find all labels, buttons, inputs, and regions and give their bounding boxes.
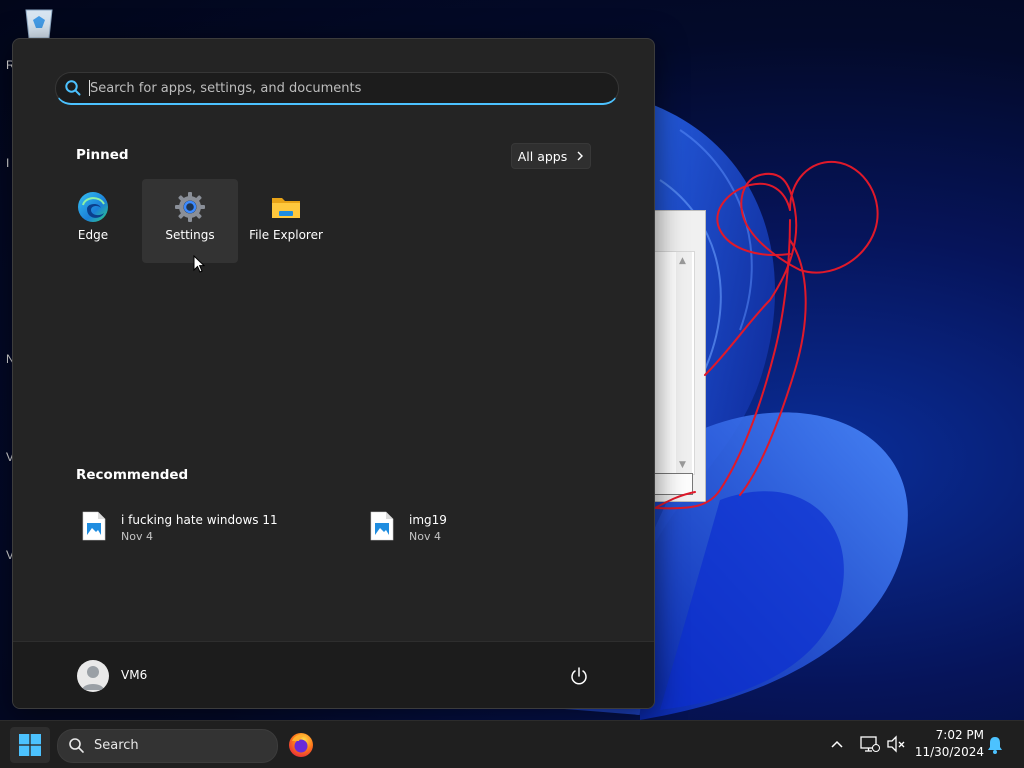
recycle-bin-icon[interactable] — [20, 6, 58, 40]
chevron-up-icon[interactable] — [829, 737, 845, 753]
start-search-input[interactable] — [90, 77, 600, 99]
gear-icon — [175, 192, 205, 222]
red-scribble-drawing — [654, 160, 879, 510]
search-icon — [65, 80, 81, 96]
taskbar-search-label: Search — [94, 738, 139, 753]
firefox-icon[interactable] — [288, 732, 314, 758]
pinned-app-file-explorer[interactable]: File Explorer — [238, 179, 334, 263]
pinned-app-edge[interactable]: Edge — [45, 179, 141, 263]
user-icon — [82, 666, 104, 690]
recommended-item[interactable]: i fucking hate windows 11 Nov 4 — [76, 509, 316, 545]
all-apps-button[interactable]: All apps — [511, 143, 591, 169]
start-search-box[interactable] — [55, 72, 619, 105]
search-icon — [69, 738, 84, 753]
user-name[interactable]: VM6 — [121, 668, 147, 682]
notification-bell-icon[interactable] — [986, 735, 1004, 755]
avatar[interactable] — [77, 660, 109, 692]
mouse-cursor-icon — [193, 255, 205, 273]
recommended-item-date: Nov 4 — [121, 530, 153, 543]
pinned-app-label: Edge — [77, 228, 109, 242]
recommended-item-date: Nov 4 — [409, 530, 441, 543]
desktop-icon-label[interactable]: I — [6, 156, 9, 170]
start-menu-footer: VM6 — [13, 641, 654, 708]
start-button[interactable] — [10, 727, 50, 763]
recommended-section-title: Recommended — [76, 467, 189, 483]
pinned-app-label: File Explorer — [249, 228, 323, 242]
recommended-item-name: i fucking hate windows 11 — [121, 513, 278, 527]
clock-time: 7:02 PM — [935, 728, 984, 742]
taskbar-search-box[interactable]: Search — [57, 729, 278, 763]
pinned-app-settings[interactable]: Settings — [142, 179, 238, 263]
windows-logo-icon — [19, 734, 41, 756]
all-apps-label: All apps — [517, 148, 568, 164]
power-icon[interactable] — [569, 666, 589, 686]
recommended-item[interactable]: img19 Nov 4 — [364, 509, 604, 545]
volume-muted-icon[interactable] — [886, 735, 906, 753]
recommended-item-name: img19 — [409, 513, 447, 527]
network-icon[interactable] — [860, 735, 880, 753]
pinned-app-label: Settings — [165, 228, 215, 242]
system-clock[interactable]: 7:02 PM 11/30/2024 — [910, 727, 984, 761]
pinned-section-title: Pinned — [76, 147, 129, 163]
image-file-icon — [370, 511, 394, 541]
chevron-right-icon — [577, 151, 584, 161]
start-menu: Pinned All apps Edge — [12, 38, 655, 709]
taskbar: Search 7:02 PM 11/30/2024 — [0, 720, 1024, 768]
edge-icon — [78, 192, 108, 222]
image-file-icon — [82, 511, 106, 541]
folder-icon — [272, 198, 300, 218]
clock-date: 11/30/2024 — [914, 745, 984, 759]
